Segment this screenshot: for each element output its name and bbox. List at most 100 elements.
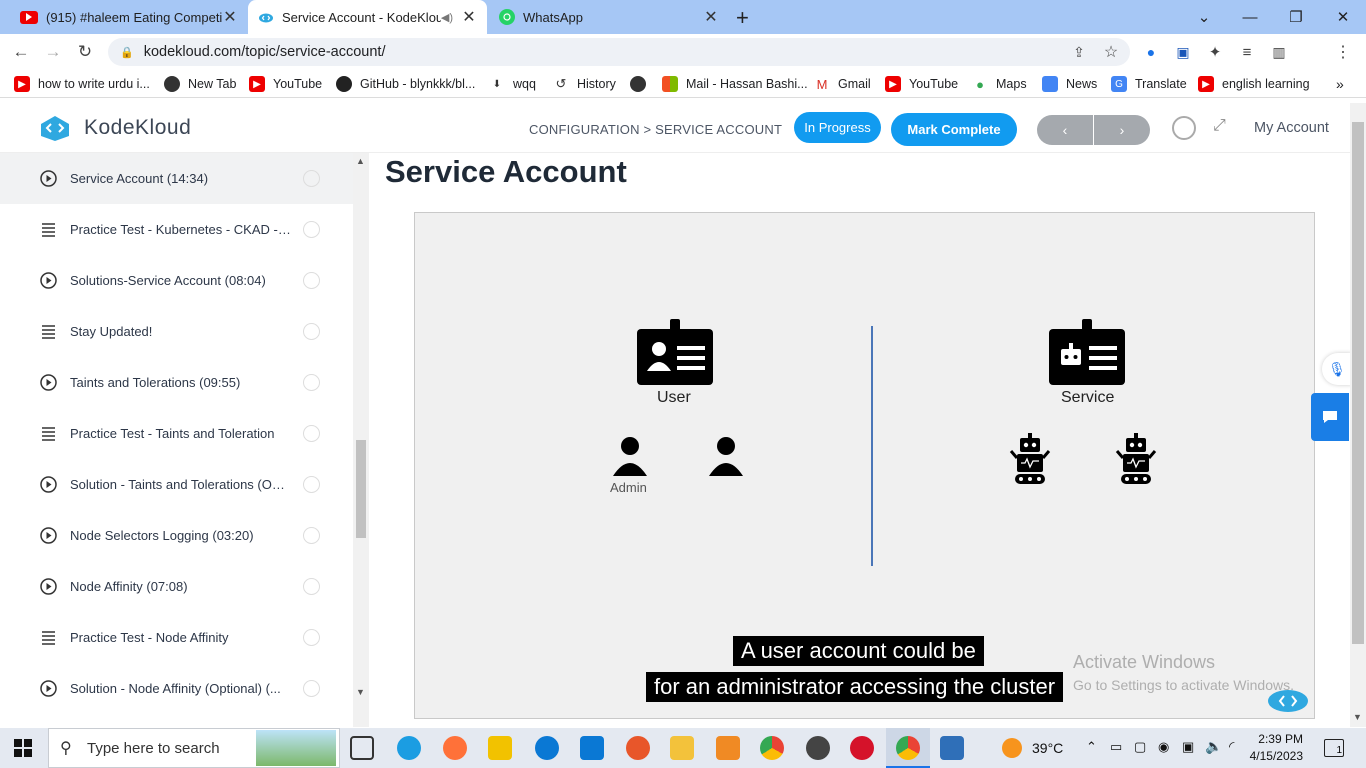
download-extension-icon[interactable]: ▣ <box>1170 39 1196 65</box>
minimize-icon[interactable]: — <box>1227 0 1273 34</box>
chrome-icon[interactable] <box>896 736 920 760</box>
completion-radio[interactable] <box>303 629 320 646</box>
restore-icon[interactable]: ❐ <box>1273 0 1319 34</box>
usb-icon[interactable]: ▣ <box>1182 739 1194 755</box>
scroll-down-arrow-icon[interactable]: ▼ <box>356 687 365 697</box>
page-scrollbar-thumb[interactable] <box>1352 122 1364 644</box>
tab-search-icon[interactable]: ⌄ <box>1181 0 1227 34</box>
reload-icon[interactable]: ↻ <box>72 39 98 65</box>
windows-start-icon[interactable] <box>14 739 32 757</box>
previous-lesson-button[interactable]: ‹ <box>1037 115 1093 145</box>
dark-mode-icon[interactable] <box>1172 116 1196 140</box>
speaker-icon[interactable]: ◀) <box>441 11 453 24</box>
opera-icon[interactable] <box>850 736 874 760</box>
mark-complete-button[interactable]: Mark Complete <box>891 113 1017 146</box>
lesson-item[interactable]: Solution - Node Affinity (Optional) (... <box>0 663 353 714</box>
lesson-item[interactable]: Practice Test - Node Affinity <box>0 612 353 663</box>
app-icon[interactable] <box>535 736 559 760</box>
bookmark-item[interactable]: ▶ YouTube <box>885 76 958 92</box>
bookmark-item[interactable]: M Gmail <box>814 76 871 92</box>
lesson-item[interactable]: Solution - Taints and Tolerations (Optio… <box>0 459 353 510</box>
completion-radio[interactable] <box>303 170 320 187</box>
completion-radio[interactable] <box>303 680 320 697</box>
more-bookmarks-icon[interactable]: » <box>1336 76 1344 92</box>
share-icon[interactable]: ⇪ <box>1066 39 1092 65</box>
microphone-icon[interactable]: ● <box>1138 39 1164 65</box>
obs-icon[interactable] <box>806 736 830 760</box>
new-tab-icon[interactable]: + <box>736 5 749 31</box>
weather-temperature[interactable]: 39°C <box>1032 740 1063 756</box>
bookmark-item[interactable]: ▶ YouTube <box>249 76 322 92</box>
close-tab-icon[interactable]: ✕ <box>222 7 238 27</box>
completion-radio[interactable] <box>303 425 320 442</box>
close-window-icon[interactable]: ✕ <box>1320 0 1366 34</box>
wifi-icon[interactable]: ◜ <box>1229 738 1234 755</box>
bookmark-star-icon[interactable]: ☆ <box>1098 39 1124 65</box>
bookmark-item[interactable] <box>630 76 646 92</box>
chrome-icon[interactable] <box>760 736 784 760</box>
bookmark-item[interactable]: ● Maps <box>972 76 1027 92</box>
back-icon[interactable]: ← <box>8 39 34 65</box>
scroll-up-arrow-icon[interactable]: ▲ <box>356 156 365 166</box>
bookmark-item[interactable]: ↺ History <box>553 76 616 92</box>
chat-icon[interactable] <box>1311 393 1349 441</box>
mail-icon[interactable] <box>580 736 604 760</box>
completion-radio[interactable] <box>303 374 320 391</box>
completion-radio[interactable] <box>303 272 320 289</box>
tab-whatsapp[interactable]: WhatsApp ✕ <box>489 0 729 34</box>
lesson-item[interactable]: Node Affinity (07:08) <box>0 561 353 612</box>
bookmark-item[interactable]: Mail - Hassan Bashi... <box>662 76 808 92</box>
sidebar-scrollbar-thumb[interactable] <box>356 440 366 538</box>
extensions-icon[interactable]: ✦ <box>1202 39 1228 65</box>
edge-icon[interactable] <box>397 736 421 760</box>
task-view-icon[interactable] <box>350 736 374 760</box>
display-icon[interactable]: ▢ <box>1134 739 1146 755</box>
side-panel-icon[interactable]: ▥ <box>1266 39 1292 65</box>
store-icon[interactable] <box>488 736 512 760</box>
address-bar[interactable]: 🔒 kodekloud.com/topic/service-account/ <box>108 38 1130 66</box>
forward-icon[interactable]: → <box>40 39 66 65</box>
app-swirl-icon[interactable] <box>626 736 650 760</box>
tab-youtube[interactable]: (915) #haleem Eating Competition ✕ <box>10 0 248 34</box>
lesson-item[interactable]: Service Account (14:34) <box>0 153 353 204</box>
firefox-icon[interactable] <box>443 736 467 760</box>
close-tab-icon[interactable]: ✕ <box>461 7 477 27</box>
next-lesson-button[interactable]: › <box>1094 115 1150 145</box>
bookmark-item[interactable]: G Translate <box>1111 76 1187 92</box>
completion-radio[interactable] <box>303 527 320 544</box>
voice-widget-icon[interactable]: 🎙 <box>1322 353 1352 385</box>
menu-icon[interactable]: ⋮ <box>1330 39 1356 65</box>
photos-icon[interactable] <box>940 736 964 760</box>
close-tab-icon[interactable]: ✕ <box>703 7 719 27</box>
lock-icon[interactable]: 🔒 <box>120 46 134 59</box>
completion-radio[interactable] <box>303 578 320 595</box>
completion-radio[interactable] <box>303 221 320 238</box>
media-controls-icon[interactable]: ≡ <box>1234 39 1260 65</box>
kodekloud-logo-icon[interactable] <box>35 114 75 142</box>
lesson-item[interactable]: Taints and Tolerations (09:55) <box>0 357 353 408</box>
bookmark-item[interactable]: New Tab <box>164 76 236 92</box>
network-device-icon[interactable]: ▭ <box>1110 739 1122 755</box>
bookmark-item[interactable]: News <box>1042 76 1097 92</box>
in-progress-button[interactable]: In Progress <box>794 112 881 143</box>
file-explorer-icon[interactable] <box>670 736 694 760</box>
bookmark-item[interactable]: ▶ how to write urdu i... <box>14 76 150 92</box>
lesson-item[interactable]: Stay Updated! <box>0 306 353 357</box>
lesson-item[interactable]: Practice Test - Kubernetes - CKAD - Serv… <box>0 204 353 255</box>
bookmark-item[interactable]: ▶ english learning <box>1198 76 1310 92</box>
page-scroll-down-icon[interactable]: ▼ <box>1353 712 1362 722</box>
lesson-item[interactable]: Node Selectors Logging (03:20) <box>0 510 353 561</box>
volume-icon[interactable]: 🔈 <box>1205 738 1222 755</box>
lesson-item[interactable]: Practice Test - Taints and Toleration <box>0 408 353 459</box>
tab-kodekloud[interactable]: Service Account - KodeKloud ◀) ✕ <box>248 0 487 34</box>
bookmark-item[interactable]: GitHub - blynkkk/bl... <box>336 76 475 92</box>
my-account-link[interactable]: My Account <box>1254 120 1329 136</box>
completion-radio[interactable] <box>303 476 320 493</box>
webcam-icon[interactable]: ◉ <box>1158 739 1169 755</box>
completion-radio[interactable] <box>303 323 320 340</box>
logo-text[interactable]: KodeKloud <box>84 116 191 140</box>
lesson-item[interactable]: Solutions-Service Account (08:04) <box>0 255 353 306</box>
clock-date[interactable]: 4/15/2023 <box>1247 749 1303 763</box>
tray-overflow-icon[interactable]: ⌃ <box>1086 739 1097 755</box>
clock-time[interactable]: 2:39 PM <box>1257 732 1303 746</box>
